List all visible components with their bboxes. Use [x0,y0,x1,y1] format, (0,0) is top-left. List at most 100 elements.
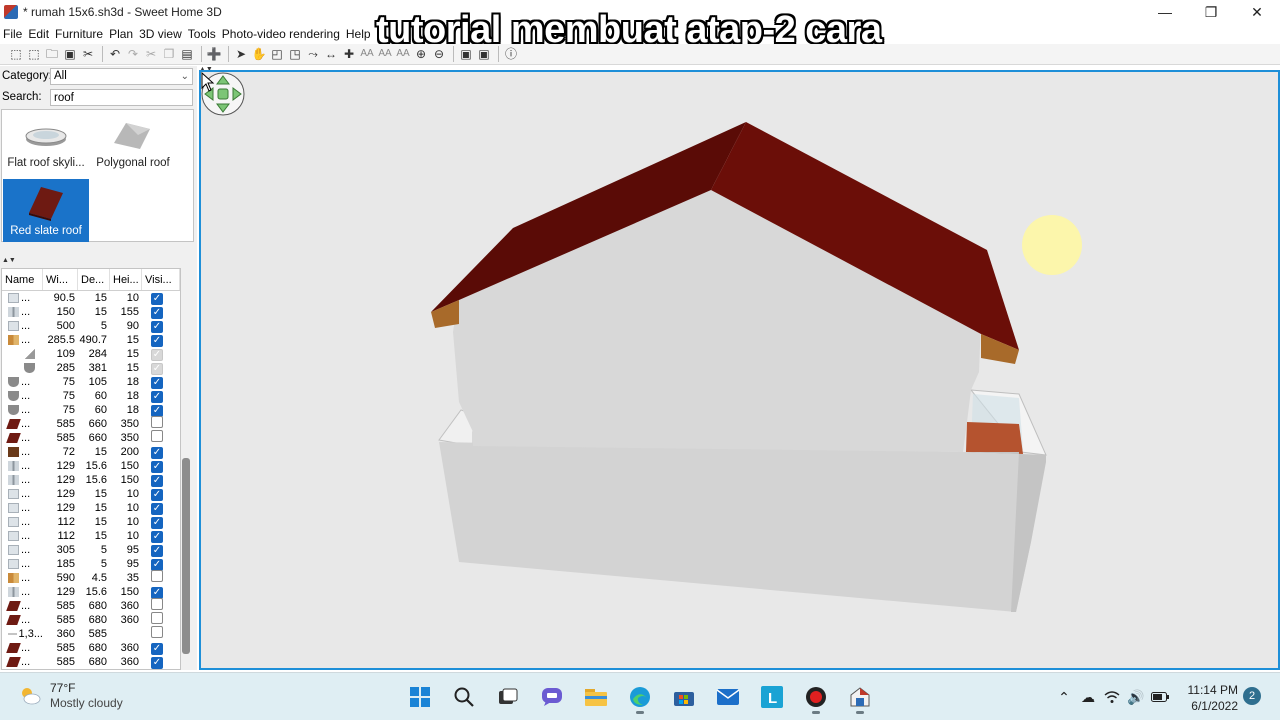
table-row[interactable]: ... 75 60 18 ✓ [2,403,180,417]
visible-checkbox[interactable]: ✓ [151,531,163,543]
bold-icon[interactable]: AA [395,46,411,62]
sweet-home-3d-app-icon[interactable] [4,5,18,19]
select-mode-icon[interactable]: ➤ [233,46,249,62]
redo-icon[interactable]: ↷ [125,46,141,62]
visible-checkbox[interactable]: ✓ [151,545,163,557]
create-dimensions-icon[interactable]: ↔ [323,46,339,62]
column-height[interactable]: Hei... [110,269,142,290]
visible-checkbox[interactable]: ✓ [151,321,163,333]
catalog-item-red-slate-roof[interactable]: Red slate roof [3,179,89,242]
category-select[interactable]: All ⌄ [50,68,193,85]
table-row[interactable]: ... 72 15 200 ✓ [2,445,180,459]
create-walls-icon[interactable]: ◰ [269,46,285,62]
furniture-table-scrollbar[interactable] [182,268,190,670]
volume-icon[interactable]: 🔊 [1124,686,1148,708]
table-row[interactable]: 285 381 15 ✓ [2,361,180,375]
l-app-icon[interactable]: L [752,679,792,715]
column-name[interactable]: Name [2,269,43,290]
column-depth[interactable]: De... [78,269,110,290]
visible-checkbox[interactable]: ✓ [151,335,163,347]
table-row[interactable]: ... 585 680 360 [2,598,180,613]
table-row[interactable]: ... 305 5 95 ✓ [2,543,180,557]
menu-edit[interactable]: Edit [25,27,52,41]
close-button[interactable]: ✕ [1234,0,1280,24]
visible-checkbox[interactable]: ✓ [151,489,163,501]
catalog-item-polygonal-roof[interactable]: Polygonal roof [90,111,176,174]
decrease-text-icon[interactable]: AA [377,46,393,62]
menu-file[interactable]: File [0,27,25,41]
visible-checkbox[interactable] [151,416,163,428]
create-rooms-icon[interactable]: ◳ [287,46,303,62]
zoom-out-icon[interactable]: ⊖ [431,46,447,62]
column-width[interactable]: Wi... [43,269,78,290]
table-row[interactable]: ... 112 15 10 ✓ [2,529,180,543]
file-explorer-icon[interactable] [576,679,616,715]
table-row[interactable]: ... 585 680 360 ✓ [2,655,180,669]
table-row[interactable]: ... 585 660 350 [2,416,180,431]
visible-checkbox[interactable]: ✓ [151,377,163,389]
visible-checkbox[interactable]: ✓ [151,503,163,515]
create-photo-icon[interactable]: ▣ [458,46,474,62]
scrollbar-thumb[interactable] [182,458,190,654]
maximize-button[interactable]: ❐ [1188,0,1234,24]
new-home-icon[interactable]: ⬚ [8,46,24,62]
search-icon[interactable] [444,679,484,715]
save-icon[interactable]: ▣ [62,46,78,62]
table-row[interactable]: 1,3... 360 585 [2,626,180,641]
copy-icon[interactable]: ❐ [161,46,177,62]
task-view-icon[interactable] [488,679,528,715]
catalog-item-flat-roof-skylight[interactable]: Flat roof skyli... [3,111,89,174]
table-row[interactable]: ... 185 5 95 ✓ [2,557,180,571]
battery-icon[interactable] [1148,686,1172,708]
table-row[interactable]: 109 284 15 ✓ [2,347,180,361]
3d-view[interactable] [199,70,1280,670]
edge-icon[interactable] [620,679,660,715]
onedrive-icon[interactable]: ☁ [1076,686,1100,708]
visible-checkbox[interactable] [151,626,163,638]
table-row[interactable]: ... 150 15 155 ✓ [2,305,180,319]
mail-icon[interactable] [708,679,748,715]
search-input[interactable] [50,89,193,106]
minimize-button[interactable]: — [1142,0,1188,24]
chat-icon[interactable] [532,679,572,715]
visible-checkbox[interactable]: ✓ [151,657,163,669]
table-row[interactable]: ... 129 15.6 150 ✓ [2,585,180,599]
table-row[interactable]: ... 285.5 490.7 15 ✓ [2,333,180,347]
preferences-icon[interactable]: ✂ [80,46,96,62]
weather-widget[interactable]: 77°F Mostly cloudy [18,681,123,711]
create-video-icon[interactable]: ▣ [476,46,492,62]
menu-furniture[interactable]: Furniture [52,27,106,41]
notification-badge[interactable]: 2 [1243,687,1261,705]
visible-checkbox[interactable] [151,430,163,442]
menu-photo-video-rendering[interactable]: Photo-video rendering [219,27,343,41]
menu-plan[interactable]: Plan [106,27,136,41]
chevron-up-icon[interactable]: ⌃ [1052,686,1076,708]
table-row[interactable]: ... 75 60 18 ✓ [2,389,180,403]
table-row[interactable]: ... 129 15.6 150 ✓ [2,473,180,487]
new-from-demo-icon[interactable]: ⬚ [26,46,42,62]
table-row[interactable]: ... 112 15 10 ✓ [2,515,180,529]
table-row[interactable]: ... 590 4.5 35 [2,570,180,585]
store-icon[interactable] [664,679,704,715]
recorder-icon[interactable] [796,679,836,715]
undo-icon[interactable]: ↶ [107,46,123,62]
clock[interactable]: 11:14 PM 6/1/2022 [1186,682,1238,714]
create-labels-icon[interactable]: ✚ [341,46,357,62]
visible-checkbox[interactable]: ✓ [151,293,163,305]
column-visible[interactable]: Visi... [142,269,180,290]
visible-checkbox[interactable]: ✓ [151,447,163,459]
menu-3d-view[interactable]: 3D view [136,27,185,41]
paste-icon[interactable]: ▤ [179,46,195,62]
table-row[interactable]: ... 585 680 360 ✓ [2,641,180,655]
visible-checkbox[interactable]: ✓ [151,475,163,487]
visible-checkbox[interactable]: ✓ [151,643,163,655]
table-row[interactable]: ... 75 105 18 ✓ [2,375,180,389]
increase-text-icon[interactable]: AA [359,46,375,62]
table-row[interactable]: ... 90.5 15 10 ✓ [2,291,180,305]
table-row[interactable]: ... 129 15 10 ✓ [2,487,180,501]
table-row[interactable]: ... 585 660 350 [2,430,180,445]
open-icon[interactable]: 🗀 [44,46,60,62]
visible-checkbox[interactable]: ✓ [151,363,163,375]
table-row[interactable]: ... 500 5 90 ✓ [2,319,180,333]
visible-checkbox[interactable] [151,612,163,624]
